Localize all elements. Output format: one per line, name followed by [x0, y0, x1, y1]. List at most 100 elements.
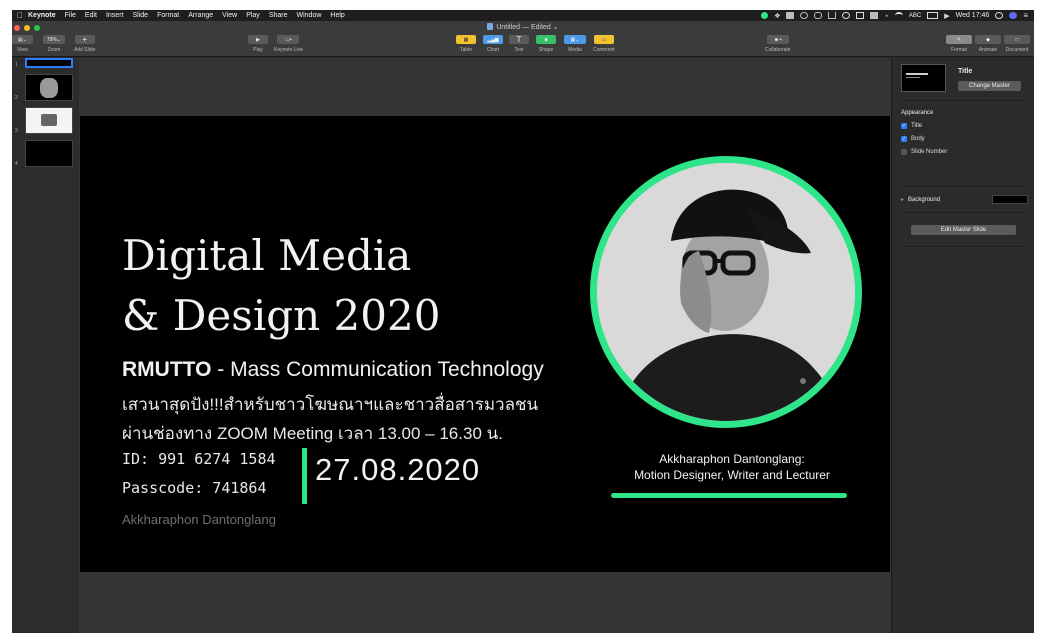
add-slide-button[interactable]: +	[74, 35, 95, 44]
apple-menu-icon[interactable]: 	[12, 11, 28, 20]
organization-line[interactable]: RMUTTO - Mass Communication Technology	[122, 358, 544, 382]
body-checkbox-label: Body	[911, 136, 925, 142]
input-source-icon[interactable]: ABC	[909, 13, 921, 19]
animate-group: ◆ Animate	[975, 35, 1001, 53]
menu-help[interactable]: Help	[330, 12, 344, 19]
checkmark-icon[interactable]: ✓	[901, 136, 907, 142]
slide-number-checkbox-row[interactable]: Slide Number	[901, 149, 947, 155]
menu-edit[interactable]: Edit	[85, 12, 97, 19]
speaker-photo[interactable]	[590, 156, 862, 428]
document-tab[interactable]: □	[1004, 35, 1030, 44]
keynote-live-label: Keynote Live	[274, 47, 303, 53]
volume-icon[interactable]: ▶	[944, 12, 949, 20]
speaker-caption-name[interactable]: Akkharaphon Dantonglang:	[614, 452, 850, 466]
link-icon[interactable]	[814, 12, 823, 19]
siri-icon[interactable]	[1009, 12, 1018, 19]
slide-thumbnail-3[interactable]	[25, 107, 73, 134]
menu-file[interactable]: File	[65, 12, 76, 19]
slide-number: 4	[15, 161, 18, 167]
animate-tab[interactable]: ◆	[975, 35, 1001, 44]
shape-icon: ■	[544, 36, 548, 43]
bluetooth-icon[interactable]: ⋆	[884, 12, 888, 20]
event-description-line-1[interactable]: เสวนาสุดปัง!!!สำหรับชาวโฆษณาฯและชาวสื่อส…	[122, 391, 538, 418]
date-accent-bar[interactable]	[302, 448, 307, 504]
checkmark-icon[interactable]: ✓	[901, 123, 907, 129]
disclosure-triangle-icon: ▸	[901, 197, 905, 203]
table-button[interactable]: ▦	[456, 35, 476, 44]
add-slide-group: + Add Slide	[74, 35, 95, 53]
caption-accent-line[interactable]	[611, 493, 847, 498]
shape-button[interactable]: ■	[536, 35, 556, 44]
background-color-well[interactable]	[992, 195, 1028, 204]
wifi-icon[interactable]	[894, 12, 903, 19]
author-name[interactable]: Akkharaphon Dantonglang	[122, 512, 276, 527]
document-title[interactable]: Untitled — Edited ⌄	[12, 23, 1034, 31]
media-button[interactable]: ▦⌄	[564, 35, 586, 44]
collaborate-label: Collaborate	[765, 47, 791, 53]
background-disclosure[interactable]: ▸ Background	[901, 196, 940, 203]
notification-center-icon[interactable]: ≡	[1023, 11, 1028, 20]
speaker-caption-role[interactable]: Motion Designer, Writer and Lecturer	[604, 468, 860, 482]
view-group: ▤⌄ View	[12, 35, 33, 53]
collaborate-button[interactable]: ☻+	[766, 35, 789, 44]
search-icon[interactable]	[995, 12, 1004, 19]
spotify-icon[interactable]	[761, 12, 769, 19]
chart-button[interactable]: ▂▄▆	[483, 35, 503, 44]
clock[interactable]: Wed 17:46	[956, 12, 990, 19]
zoom-select[interactable]: 79% ⌄	[43, 35, 65, 44]
cup-icon[interactable]	[828, 12, 837, 19]
body-checkbox-row[interactable]: ✓ Body	[901, 136, 925, 142]
comment-button[interactable]: ▭	[593, 35, 614, 44]
battery-icon[interactable]	[927, 12, 939, 19]
display-icon[interactable]	[856, 12, 865, 19]
meeting-id[interactable]: ID: 991 6274 1584	[122, 450, 276, 468]
media-icon: ▦⌄	[570, 36, 580, 43]
unchecked-box-icon[interactable]	[901, 149, 907, 155]
keynote-live-icon: ▭•	[285, 36, 292, 43]
slide-thumbnail-2[interactable]	[25, 74, 73, 101]
event-description-line-2[interactable]: ผ่านช่องทาง ZOOM Meeting เวลา 13.00 – 16…	[122, 420, 503, 447]
slide-number: 2	[15, 95, 18, 101]
media-group: ▦⌄ Media	[564, 35, 586, 53]
comment-group: ▭ Comment	[593, 35, 615, 53]
meeting-passcode[interactable]: Passcode: 741864	[122, 479, 267, 497]
dropbox-icon[interactable]: ❖	[774, 12, 780, 20]
slide-number: 3	[15, 128, 18, 134]
menu-share[interactable]: Share	[269, 12, 288, 19]
menu-slide[interactable]: Slide	[132, 12, 148, 19]
menu-app-name[interactable]: Keynote	[28, 12, 56, 19]
printer-icon[interactable]	[870, 12, 879, 19]
paintbrush-icon: ✎	[956, 36, 962, 43]
event-date[interactable]: 27.08.2020	[315, 452, 480, 488]
slide-thumbnail-4[interactable]	[25, 140, 73, 167]
chart-label: Chart	[486, 47, 500, 53]
slide[interactable]: Digital Media & Design 2020 RMUTTO - Mas…	[80, 116, 890, 572]
master-thumbnail-title-line	[906, 73, 928, 75]
zoom-value: 79%	[46, 36, 57, 43]
slide-thumbnail-1[interactable]	[25, 58, 73, 68]
cloud-icon[interactable]	[800, 12, 809, 19]
change-master-button[interactable]: Change Master	[958, 81, 1021, 91]
comment-icon: ▭	[601, 36, 607, 43]
slide-title-line-1[interactable]: Digital Media	[122, 231, 411, 280]
text-button[interactable]: T	[509, 35, 529, 44]
menu-play[interactable]: Play	[246, 12, 260, 19]
keynote-live-button[interactable]: ▭•	[277, 35, 300, 44]
play-button[interactable]: ▶	[248, 35, 268, 44]
slide-number: 1	[15, 62, 18, 68]
menu-window[interactable]: Window	[297, 12, 322, 19]
edit-master-slide-button[interactable]: Edit Master Slide	[911, 225, 1016, 235]
menu-insert[interactable]: Insert	[106, 12, 124, 19]
creative-cloud-icon[interactable]	[842, 12, 851, 19]
slide-title-line-2[interactable]: & Design 2020	[122, 291, 440, 340]
format-tab[interactable]: ✎	[946, 35, 972, 44]
view-button[interactable]: ▤⌄	[12, 35, 33, 44]
menu-view[interactable]: View	[222, 12, 237, 19]
format-label: Format	[951, 47, 967, 53]
chat-icon[interactable]	[786, 12, 795, 19]
text-group: T Text	[509, 35, 529, 53]
menu-format[interactable]: Format	[157, 12, 179, 19]
collaborate-icon: ☻+	[773, 36, 782, 43]
menu-arrange[interactable]: Arrange	[188, 12, 213, 19]
title-checkbox-row[interactable]: ✓ Title	[901, 123, 922, 129]
